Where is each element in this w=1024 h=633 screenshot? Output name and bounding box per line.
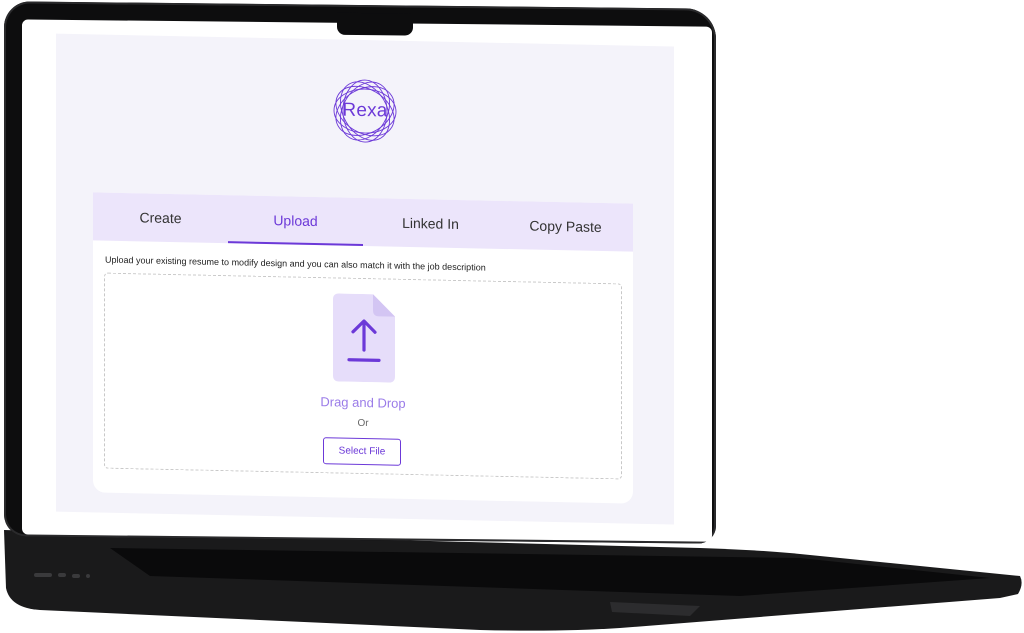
- upload-card: Create Upload Linked In Copy Paste Uploa…: [93, 192, 633, 504]
- rexa-logo: Rexa: [331, 73, 399, 148]
- tab-upload[interactable]: Upload: [228, 195, 363, 246]
- tab-copy-paste[interactable]: Copy Paste: [498, 201, 633, 252]
- drag-and-drop-text: Drag and Drop: [320, 394, 406, 411]
- upload-description: Upload your existing resume to modify de…: [105, 254, 486, 273]
- select-file-button[interactable]: Select File: [323, 437, 401, 466]
- app-window: Rexa Create Upload Linked In Copy Paste …: [56, 33, 674, 525]
- tab-bar: Create Upload Linked In Copy Paste: [93, 192, 633, 252]
- laptop-screen: Rexa Create Upload Linked In Copy Paste …: [22, 19, 712, 542]
- logo-text: Rexa: [342, 99, 388, 122]
- camera-notch: [337, 12, 413, 36]
- drop-zone[interactable]: Drag and Drop Or Select File: [104, 272, 622, 480]
- tab-linked-in[interactable]: Linked In: [363, 198, 498, 249]
- file-upload-icon: [333, 293, 395, 383]
- laptop-bezel: Rexa Create Upload Linked In Copy Paste …: [4, 1, 716, 544]
- tab-create[interactable]: Create: [93, 192, 228, 243]
- or-text: Or: [357, 417, 369, 430]
